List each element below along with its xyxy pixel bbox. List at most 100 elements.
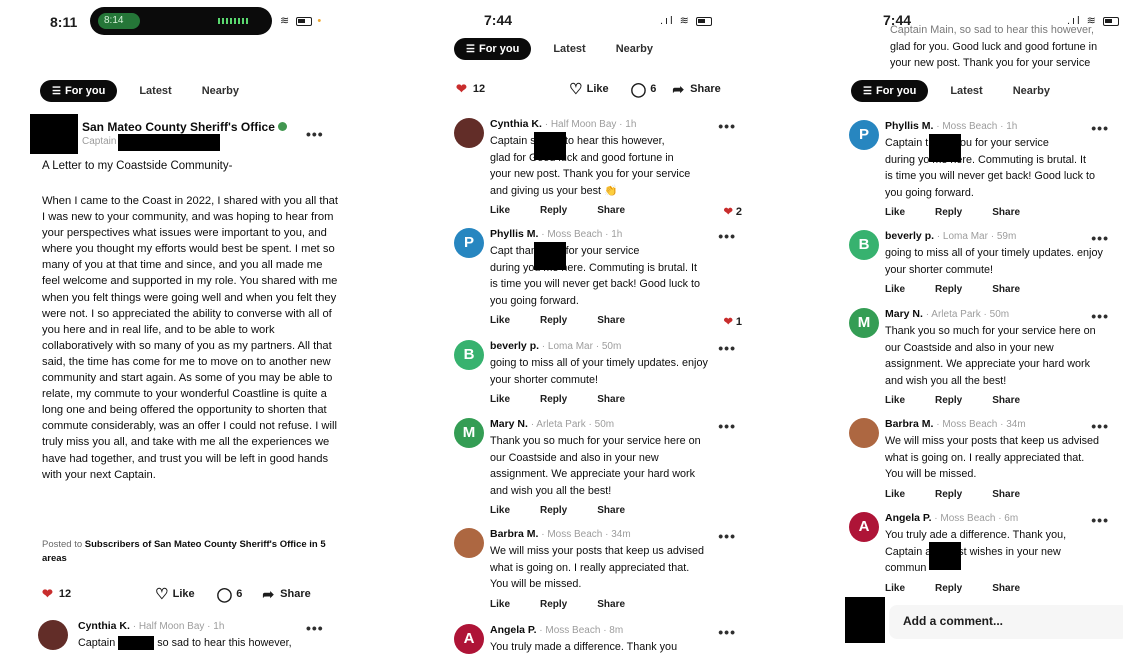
share-button[interactable]: Share — [597, 394, 625, 405]
share-button[interactable]: Share — [992, 489, 1020, 500]
tab-nearby[interactable]: Nearby — [608, 39, 661, 59]
share-button[interactable]: Share — [597, 599, 625, 610]
commenter-avatar[interactable]: M — [454, 418, 484, 448]
add-comment-input[interactable]: Add a comment... — [889, 605, 1123, 639]
like-button[interactable]: Like — [490, 394, 510, 405]
reply-button[interactable]: Reply — [935, 583, 962, 594]
heart-icon[interactable]: ❤ — [456, 81, 467, 97]
commenter-avatar[interactable]: B — [454, 340, 484, 370]
like-button[interactable]: Like — [885, 489, 905, 500]
reaction-count[interactable]: 12 — [59, 588, 71, 600]
reply-button[interactable]: Reply — [540, 505, 567, 516]
like-button[interactable]: Like — [173, 588, 195, 600]
comment-text: Captain so sad to hear this however, glad… — [490, 133, 690, 199]
tab-for-you[interactable]: ☰ For you — [851, 80, 929, 102]
like-button[interactable]: Like — [885, 395, 905, 406]
more-options-icon[interactable]: ••• — [718, 528, 736, 544]
commenter-avatar[interactable]: P — [849, 120, 879, 150]
share-icon[interactable]: ➦ — [672, 81, 684, 98]
share-button[interactable]: Share — [280, 588, 311, 600]
author-name[interactable]: San Mateo County Sheriff's Office — [82, 120, 287, 134]
reply-button[interactable]: Reply — [935, 489, 962, 500]
comment-icon[interactable]: ◯ — [631, 81, 647, 98]
reply-button[interactable]: Reply — [540, 394, 567, 405]
share-button[interactable]: Share — [597, 205, 625, 216]
more-options-icon[interactable]: ••• — [1091, 308, 1109, 324]
like-button[interactable]: Like — [490, 599, 510, 610]
like-button[interactable]: Like — [490, 505, 510, 516]
comment-line: Thank you so much for your service here … — [490, 435, 701, 447]
tab-for-you[interactable]: ☰ For you — [454, 38, 532, 60]
comment-count[interactable]: 6 — [236, 588, 242, 600]
more-options-icon[interactable]: ••• — [1091, 418, 1109, 434]
more-options-icon[interactable]: ••• — [718, 418, 736, 434]
tab-latest[interactable]: Latest — [545, 39, 593, 59]
like-icon[interactable]: ♡ — [155, 585, 168, 603]
like-button[interactable]: Like — [885, 284, 905, 295]
commenter-name[interactable]: Mary N. — [490, 418, 528, 430]
share-button[interactable]: Share — [597, 505, 625, 516]
share-button[interactable]: Share — [992, 284, 1020, 295]
commenter-name[interactable]: Cynthia K. — [490, 118, 542, 130]
commenter-avatar[interactable]: A — [454, 624, 484, 654]
share-button[interactable]: Share — [597, 315, 625, 326]
commenter-avatar[interactable]: B — [849, 230, 879, 260]
more-options-icon[interactable]: ••• — [306, 620, 324, 636]
comment-like-count[interactable]: ❤ 1 — [724, 315, 742, 328]
comment-line: glad for Good luck and good fortune in — [490, 151, 674, 164]
like-button[interactable]: Like — [885, 583, 905, 594]
commenter-name[interactable]: Phyllis M. — [885, 120, 933, 132]
reply-button[interactable]: Reply — [540, 205, 567, 216]
commenter-name[interactable]: Angela P. — [490, 624, 537, 636]
commenter-name[interactable]: Barbra M. — [490, 528, 538, 540]
like-button[interactable]: Like — [490, 205, 510, 216]
more-options-icon[interactable]: ••• — [1091, 512, 1109, 528]
more-options-icon[interactable]: ••• — [718, 228, 736, 244]
share-button[interactable]: Share — [992, 207, 1020, 218]
comment-like-count[interactable]: ❤ 2 — [724, 205, 742, 218]
commenter-name[interactable]: Barbra M. — [885, 418, 933, 430]
more-options-icon[interactable]: ••• — [1091, 230, 1109, 246]
reply-button[interactable]: Reply — [935, 395, 962, 406]
more-options-icon[interactable]: ••• — [718, 624, 736, 640]
comment-count[interactable]: 6 — [650, 83, 656, 95]
commenter-avatar[interactable] — [849, 418, 879, 448]
share-button[interactable]: Share — [992, 395, 1020, 406]
share-button[interactable]: Share — [690, 83, 721, 95]
commenter-name[interactable]: beverly p. — [885, 230, 934, 242]
like-button[interactable]: Like — [885, 207, 905, 218]
comment-icon[interactable]: ◯ — [217, 586, 233, 603]
reply-button[interactable]: Reply — [540, 599, 567, 610]
more-options-icon[interactable]: ••• — [1091, 120, 1109, 136]
tab-nearby[interactable]: Nearby — [194, 81, 247, 101]
commenter-avatar[interactable]: M — [849, 308, 879, 338]
reaction-count[interactable]: 12 — [473, 83, 485, 95]
reply-button[interactable]: Reply — [935, 207, 962, 218]
tab-nearby[interactable]: Nearby — [1005, 81, 1058, 101]
commenter-name[interactable]: beverly p. — [490, 340, 539, 352]
commenter-avatar[interactable] — [38, 620, 68, 650]
commenter-avatar[interactable] — [454, 118, 484, 148]
tab-latest[interactable]: Latest — [942, 81, 990, 101]
posted-to[interactable]: Posted to Subscribers of San Mateo Count… — [42, 538, 332, 566]
commenter-name[interactable]: Mary N. — [885, 308, 923, 320]
commenter-name[interactable]: Phyllis M. — [490, 228, 538, 240]
like-button[interactable]: Like — [587, 83, 609, 95]
dynamic-island[interactable]: 8:14 — [90, 7, 272, 35]
share-icon[interactable]: ➦ — [262, 586, 274, 603]
heart-icon[interactable]: ❤ — [42, 586, 53, 602]
commenter-name[interactable]: Angela P. — [885, 512, 932, 524]
share-button[interactable]: Share — [992, 583, 1020, 594]
commenter-avatar[interactable] — [454, 528, 484, 558]
more-options-icon[interactable]: ••• — [306, 126, 324, 142]
commenter-avatar[interactable]: A — [849, 512, 879, 542]
like-button[interactable]: Like — [490, 315, 510, 326]
tab-latest[interactable]: Latest — [131, 81, 179, 101]
reply-button[interactable]: Reply — [540, 315, 567, 326]
like-icon[interactable]: ♡ — [569, 80, 582, 98]
more-options-icon[interactable]: ••• — [718, 118, 736, 134]
commenter-avatar[interactable]: P — [454, 228, 484, 258]
reply-button[interactable]: Reply — [935, 284, 962, 295]
tab-for-you[interactable]: ☰ For you — [40, 80, 118, 102]
more-options-icon[interactable]: ••• — [718, 340, 736, 356]
